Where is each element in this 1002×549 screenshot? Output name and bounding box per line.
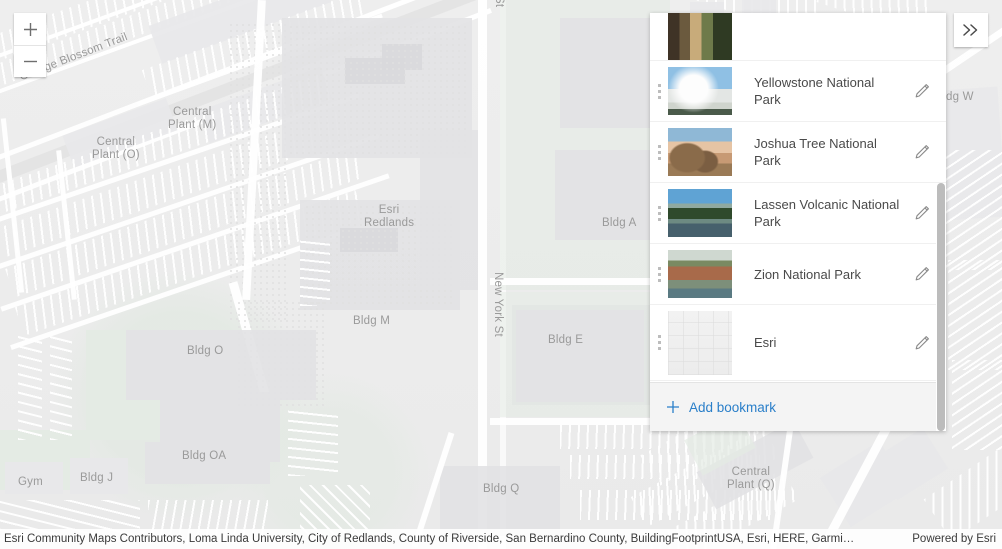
drag-handle-dots-icon[interactable]	[650, 144, 668, 160]
thumbnail-image	[668, 310, 732, 375]
thumbnail-image	[668, 250, 732, 298]
pencil-icon	[915, 335, 929, 349]
map-building	[440, 466, 560, 536]
map-building	[70, 458, 128, 494]
bookmark-thumbnail	[668, 67, 732, 115]
bookmark-edit-button[interactable]	[908, 32, 936, 60]
double-chevron-right-icon	[963, 24, 978, 36]
map-building	[145, 442, 270, 484]
plus-icon	[666, 400, 680, 414]
drag-handle-dots-icon[interactable]	[650, 83, 668, 99]
bookmark-name: Esri	[754, 335, 777, 350]
bookmark-row[interactable]: Zion National Park	[650, 244, 946, 305]
zoom-controls	[14, 13, 46, 77]
pencil-icon	[915, 84, 929, 98]
map-building	[126, 330, 316, 400]
bookmark-row[interactable]	[650, 13, 946, 61]
map-parking-lot	[18, 336, 42, 440]
map-attribution-bar: Esri Community Maps Contributors, Loma L…	[0, 529, 1002, 549]
plus-icon	[23, 22, 37, 36]
bookmark-row[interactable]: Yellowstone National Park	[650, 61, 946, 122]
attribution-text[interactable]: Esri Community Maps Contributors, Loma L…	[4, 533, 854, 545]
map-parking-lot	[948, 260, 1002, 370]
map-building	[5, 462, 63, 494]
map-parking-lot	[940, 150, 1002, 270]
pencil-icon	[915, 267, 929, 281]
map-parking-lot	[50, 336, 72, 440]
bookmark-thumbnail	[668, 189, 732, 237]
bookmark-row[interactable]: Joshua Tree National Park	[650, 122, 946, 183]
expand-collapse-button[interactable]	[954, 13, 988, 47]
drag-handle-dots-icon[interactable]	[650, 335, 668, 350]
bookmark-edit-button[interactable]	[908, 138, 936, 166]
bookmark-row[interactable]: Lassen Volcanic National Park	[650, 183, 946, 244]
map-parking-lot	[300, 240, 330, 306]
drag-handle-dots-icon[interactable]	[650, 266, 668, 282]
pencil-icon	[915, 145, 929, 159]
minus-icon	[23, 60, 37, 63]
add-bookmark-label: Add bookmark	[689, 399, 777, 415]
bookmark-edit-button[interactable]	[908, 329, 936, 357]
zoom-out-button[interactable]	[14, 45, 46, 77]
zoom-in-button[interactable]	[14, 13, 46, 45]
thumbnail-image	[668, 67, 732, 115]
bookmark-name: Zion National Park	[754, 266, 861, 282]
bookmark-name: Joshua Tree National Park	[754, 136, 877, 168]
bookmark-name: Lassen Volcanic National Park	[754, 197, 900, 229]
bookmark-thumbnail	[668, 13, 732, 60]
bookmark-thumbnail	[668, 128, 732, 176]
bookmarks-footer: Add bookmark	[650, 382, 946, 431]
bookmark-thumbnail	[668, 310, 732, 375]
drag-handle-dots-icon[interactable]	[650, 205, 668, 221]
map-building	[516, 310, 644, 402]
pencil-icon	[915, 206, 929, 220]
bookmark-thumbnail	[668, 250, 732, 298]
bookmarks-panel: Yellowstone National Park Joshua Tree Nat…	[650, 13, 946, 431]
map-building	[420, 130, 480, 290]
map-parking-lot	[952, 360, 1002, 450]
thumbnail-image	[668, 189, 732, 237]
map-application: Orange Blossom Trail Central Plant (M) Cen…	[0, 0, 1002, 549]
powered-by-esri-label: Powered by Esri	[912, 533, 996, 545]
map-parking-lot	[288, 410, 338, 476]
thumbnail-image	[668, 128, 732, 176]
thumbnail-image	[668, 13, 732, 60]
bookmark-row[interactable]: Esri	[650, 305, 946, 381]
bookmark-edit-button[interactable]	[908, 199, 936, 227]
bookmarks-scrollbar[interactable]	[936, 183, 946, 431]
bookmark-edit-button[interactable]	[908, 77, 936, 105]
scrollbar-thumb[interactable]	[937, 183, 945, 431]
bookmark-edit-button[interactable]	[908, 260, 936, 288]
bookmark-name: Yellowstone National Park	[754, 75, 875, 107]
add-bookmark-button[interactable]: Add bookmark	[666, 400, 776, 415]
bookmarks-list[interactable]: Yellowstone National Park Joshua Tree Nat…	[650, 13, 946, 382]
